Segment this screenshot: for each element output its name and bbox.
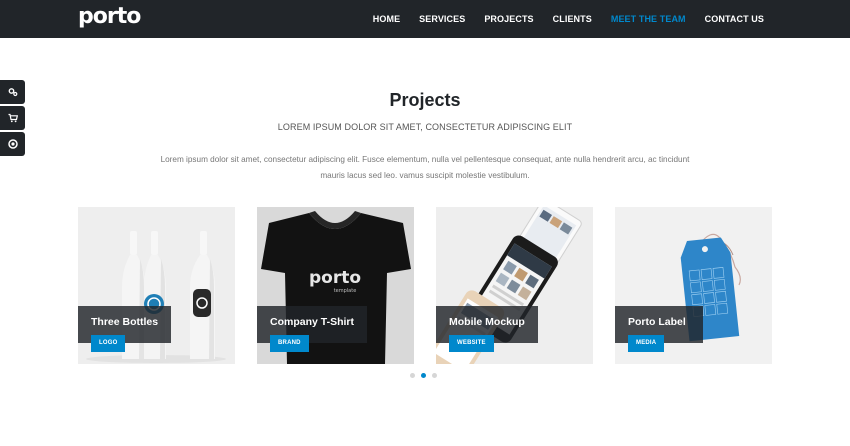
nav-projects[interactable]: PROJECTS (484, 14, 533, 24)
carousel-dots (410, 373, 437, 378)
project-card-porto-label[interactable]: Porto Label MEDIA (615, 207, 772, 364)
main-nav: HOME SERVICES PROJECTS CLIENTS MEET THE … (354, 0, 764, 38)
project-card-company-t-shirt[interactable]: porto template Company T-Shirt BRAND (257, 207, 414, 364)
project-tag[interactable]: MEDIA (628, 335, 665, 352)
project-tag[interactable]: LOGO (91, 335, 126, 352)
section-title: Projects (389, 90, 461, 110)
project-tag[interactable]: BRAND (270, 335, 309, 352)
section-subtitle: LOREM IPSUM DOLOR SIT AMET, CONSECTETUR … (277, 122, 573, 132)
nav-services[interactable]: SERVICES (419, 14, 465, 24)
shirt-logo-subtext: template (334, 288, 357, 294)
carousel-dot[interactable] (410, 373, 415, 378)
nav-home[interactable]: HOME (373, 14, 400, 24)
nav-meet-the-team[interactable]: MEET THE TEAM (611, 14, 686, 24)
nav-contact-us[interactable]: CONTACT US (705, 14, 764, 24)
project-card-three-bottles[interactable]: Three Bottles LOGO (78, 207, 235, 364)
header: porto HOME SERVICES PROJECTS CLIENTS MEE… (0, 0, 850, 38)
project-tag[interactable]: WEBSITE (449, 335, 494, 352)
circle-dot-icon[interactable] (0, 132, 25, 156)
carousel-dot-active[interactable] (421, 373, 426, 378)
shirt-logo-text: porto (309, 268, 361, 288)
page: porto HOME SERVICES PROJECTS CLIENTS MEE… (0, 0, 850, 446)
nav-clients[interactable]: CLIENTS (553, 14, 592, 24)
project-card-mobile-mockup[interactable]: Mobile Mockup WEBSITE (436, 207, 593, 364)
section-lead: Lorem ipsum dolor sit amet, consectetur … (160, 155, 690, 180)
logo[interactable]: porto (78, 4, 141, 30)
carousel-dot[interactable] (432, 373, 437, 378)
